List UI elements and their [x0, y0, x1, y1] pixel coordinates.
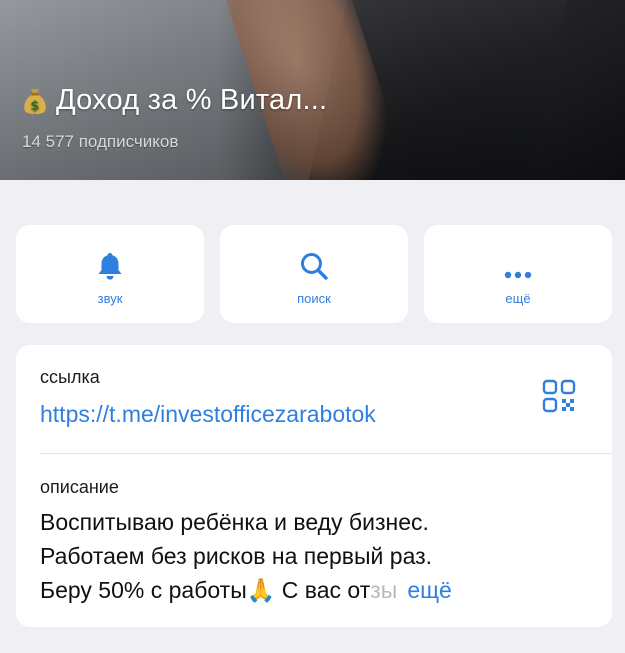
channel-title-text: Доход за % Витал... [56, 84, 328, 116]
channel-info-card: ссылка https://t.me/investofficezaraboto… [16, 345, 612, 627]
description-line-3: Беру 50% с работы🙏 С вас отзы ещё [40, 573, 600, 607]
info-divider [40, 453, 612, 454]
channel-header: $ Доход за % Витал... 14 577 подписчиков [0, 0, 625, 180]
description-line-2: Работаем без рисков на первый раз. [40, 543, 433, 569]
pray-emoji-icon: 🙏 [246, 577, 276, 603]
sound-button[interactable]: звук [16, 225, 204, 323]
description-line-1: Воспитываю ребёнка и веду бизнес. [40, 509, 429, 535]
qr-code-icon[interactable] [542, 379, 576, 413]
description-line-3-text: Беру 50% с работы [40, 577, 247, 603]
channel-title: $ Доход за % Витал... [22, 84, 327, 117]
more-button[interactable]: ещё [424, 225, 612, 323]
more-icon [503, 243, 533, 281]
search-button-label: поиск [297, 290, 331, 306]
money-bag-icon: $ [22, 86, 48, 116]
sound-button-label: звук [97, 290, 123, 306]
description-tail-text: С вас отзы [275, 577, 398, 603]
search-icon [299, 243, 329, 281]
bell-icon [97, 243, 123, 281]
link-caption: ссылка [40, 367, 100, 387]
action-buttons: звук поиск ещё [16, 225, 612, 323]
channel-description: Воспитываю ребёнка и веду бизнес. Работа… [40, 505, 600, 607]
more-button-label: ещё [505, 290, 531, 306]
description-line-3-tail: С вас отзы [275, 577, 398, 603]
search-button[interactable]: поиск [220, 225, 408, 323]
description-caption: описание [40, 477, 119, 497]
channel-link[interactable]: https://t.me/investofficezarabotok [40, 401, 376, 428]
description-more-link[interactable]: ещё [407, 577, 452, 603]
subscriber-count: 14 577 подписчиков [22, 132, 179, 151]
svg-text:$: $ [30, 99, 39, 114]
